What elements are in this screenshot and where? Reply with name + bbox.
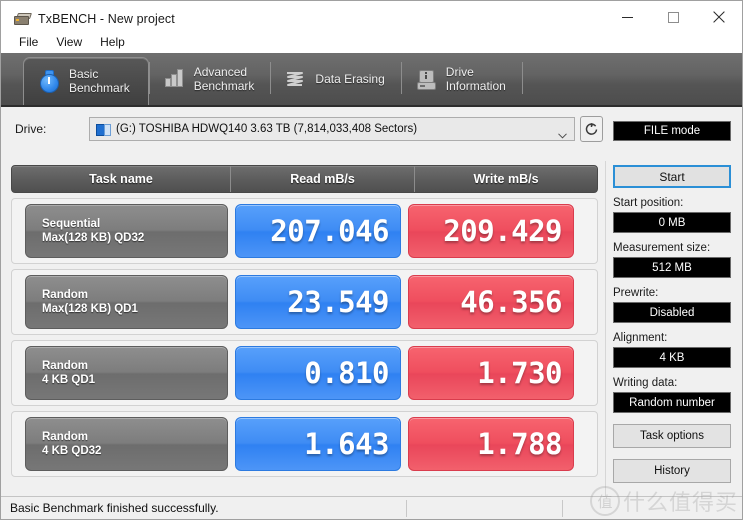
window-controls [604,1,742,33]
tab-basic-benchmark-label: Basic Benchmark [69,66,130,95]
tab-drive-information[interactable]: Drive Information [402,53,522,105]
settings-sidebar: Start Start position: 0 MB Measurement s… [613,165,733,483]
write-value: 1.730 [408,346,574,400]
tab-data-erasing[interactable]: Data Erasing [271,53,400,105]
bar-chart-icon [163,67,185,91]
tab-drive-information-label: Drive Information [445,65,506,93]
write-value: 1.788 [408,417,574,471]
drive-select[interactable]: (G:) TOSHIBA HDWQ140 3.63 TB (7,814,033,… [89,117,575,141]
chevron-down-icon [558,126,567,139]
maximize-icon[interactable] [650,1,696,33]
drive-app-icon [13,12,32,26]
measurement-size-label: Measurement size: [613,242,711,254]
shredder-icon [284,67,306,91]
prewrite-value[interactable]: Disabled [613,302,731,323]
status-divider [406,500,407,517]
prewrite-label: Prewrite: [613,287,659,299]
refresh-drives-button[interactable] [580,116,603,142]
stopwatch-icon [38,69,60,93]
status-divider [562,500,563,517]
read-value: 23.549 [235,275,401,329]
start-position-label: Start position: [613,197,684,209]
menu-item-file[interactable]: File [10,33,47,52]
status-bar: Basic Benchmark finished successfully. [1,496,742,519]
writing-data-value[interactable]: Random number [613,392,731,413]
start-button[interactable]: Start [613,165,731,188]
minimize-icon[interactable] [604,1,650,33]
alignment-value[interactable]: 4 KB [613,347,731,368]
tab-advanced-benchmark-label: Advanced Benchmark [193,65,255,93]
task-button-sequential-qd32[interactable]: Sequential Max(128 KB) QD32 [25,204,228,258]
column-header-read: Read mB/s [230,166,414,192]
read-value: 207.046 [235,204,401,258]
tab-strip: Basic Benchmark Advanced Benchmark Data … [1,53,742,107]
table-row: Random 4 KB QD32 1.643 1.788 [11,411,598,477]
refresh-icon [585,122,598,135]
tab-data-erasing-label: Data Erasing [315,72,385,86]
menu-item-view[interactable]: View [47,33,91,52]
task-button-random-4kb-qd1[interactable]: Random 4 KB QD1 [25,346,228,400]
drive-label: Drive: [15,122,47,136]
table-row: Random 4 KB QD1 0.810 1.730 [11,340,598,406]
menu-bar: File View Help [1,31,742,53]
menu-item-help[interactable]: Help [91,33,134,52]
write-value: 209.429 [408,204,574,258]
task-button-random-max-qd1[interactable]: Random Max(128 KB) QD1 [25,275,228,329]
file-mode-button[interactable]: FILE mode [613,121,731,141]
disk-icon [96,123,111,136]
column-header-task-name: Task name [89,172,153,186]
window-title: TxBENCH - New project [38,12,175,26]
status-message: Basic Benchmark finished successfully. [10,501,219,515]
tab-divider [521,62,523,94]
close-icon[interactable] [696,1,742,33]
tab-advanced-benchmark[interactable]: Advanced Benchmark [150,53,271,105]
tab-basic-benchmark[interactable]: Basic Benchmark [23,57,149,105]
title-bar-left: TxBENCH - New project [1,1,175,26]
results-header-row: Task name Read mB/s Write mB/s [11,165,598,193]
writing-data-label: Writing data: [613,377,678,389]
history-button[interactable]: History [613,459,731,483]
alignment-label: Alignment: [613,332,668,344]
column-header-write: Write mB/s [414,166,597,192]
hard-drive-icon [415,67,437,91]
task-options-button[interactable]: Task options [613,424,731,448]
drive-select-value: (G:) TOSHIBA HDWQ140 3.63 TB (7,814,033,… [116,123,418,135]
table-row: Sequential Max(128 KB) QD32 207.046 209.… [11,198,598,264]
txbench-window: TxBENCH - New project File View Help Bas [0,0,743,520]
start-position-value[interactable]: 0 MB [613,212,731,233]
task-button-random-4kb-qd32[interactable]: Random 4 KB QD32 [25,417,228,471]
measurement-size-value[interactable]: 512 MB [613,257,731,278]
table-row: Random Max(128 KB) QD1 23.549 46.356 [11,269,598,335]
write-value: 46.356 [408,275,574,329]
panel-divider [605,161,606,497]
read-value: 0.810 [235,346,401,400]
read-value: 1.643 [235,417,401,471]
benchmark-results: Task name Read mB/s Write mB/s Sequentia… [11,165,598,492]
